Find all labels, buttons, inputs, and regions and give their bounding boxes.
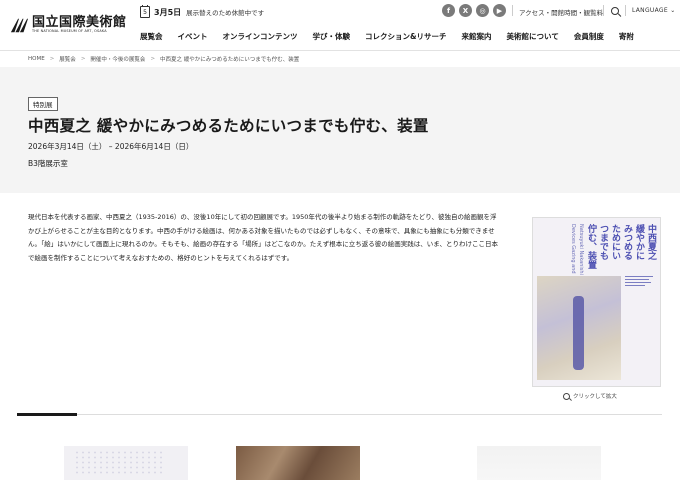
artwork-card-image[interactable]: [477, 446, 601, 480]
header-divider: [625, 5, 626, 16]
poster-info-lines: [625, 276, 655, 380]
exhibition-poster[interactable]: 中西夏之 緩やかに みつめる ためにい つまでも 佇む、装置 Natsuyuki…: [532, 217, 661, 387]
poster-zoom-link[interactable]: クリックして拡大: [563, 392, 617, 400]
calendar-icon: 5: [140, 5, 150, 18]
main-nav: 展覧会 イベント オンラインコンテンツ 学び・体験 コレクション&リサーチ 来館…: [140, 31, 634, 42]
exhibition-hero: 特別展 中西夏之 緩やかにみつめるためにいつまでも佇む、装置 2026年3月14…: [0, 67, 680, 193]
facebook-icon[interactable]: f: [442, 4, 455, 17]
breadcrumb: HOME > 展覧会 > 開催中・今後の展覧会 > 中西夏之 緩やかにみつめるた…: [28, 55, 299, 63]
artwork-card-image[interactable]: [64, 446, 188, 480]
zoom-label: クリックして拡大: [573, 394, 617, 400]
breadcrumb-current-upcoming[interactable]: 開催中・今後の展覧会: [90, 55, 145, 63]
logo-name-jp: 国立国際美術館: [32, 15, 127, 31]
chevron-down-icon: ⌄: [670, 7, 676, 14]
closure-notice[interactable]: 5 3月5日 展示替えのため休館中です: [140, 5, 264, 19]
poster-line: みつめる: [622, 224, 632, 260]
poster-title: 中西夏之 緩やかに みつめる ためにい つまでも 佇む、装置 Natsuyuki…: [570, 224, 656, 275]
exhibition-description: 現代日本を代表する画家、中西夏之（1935-2016）の、没後10年にして初の回…: [28, 213, 499, 262]
poster-line: ためにい: [610, 224, 620, 260]
breadcrumb-bar: HOME > 展覧会 > 開催中・今後の展覧会 > 中西夏之 緩やかにみつめるた…: [0, 50, 680, 68]
social-links: f X ◎ ▶: [442, 4, 506, 17]
artwork-card-image[interactable]: [236, 446, 360, 480]
poster-line: 佇む、装置: [586, 224, 596, 269]
breadcrumb-current-page: 中西夏之 緩やかにみつめるためにいつまでも佇む、装置: [160, 57, 300, 63]
poster-line: 中西夏之: [646, 224, 656, 260]
breadcrumb-exhibitions[interactable]: 展覧会: [59, 55, 76, 63]
notice-text: 展示替えのため休館中です: [186, 9, 265, 17]
nav-item-membership[interactable]: 会員制度: [574, 31, 604, 42]
nav-item-collection-research[interactable]: コレクション&リサーチ: [365, 31, 447, 42]
youtube-icon[interactable]: ▶: [493, 4, 506, 17]
section-divider: [17, 414, 662, 415]
breadcrumb-separator: >: [49, 56, 55, 62]
magnifier-icon: [563, 392, 570, 400]
section-divider-accent: [17, 413, 77, 416]
nav-item-donation[interactable]: 寄附: [619, 31, 634, 42]
poster-artwork-image: [537, 276, 621, 380]
exhibition-type-badge: 特別展: [28, 97, 58, 111]
nav-item-visit[interactable]: 来館案内: [462, 31, 492, 42]
x-twitter-icon[interactable]: X: [459, 4, 472, 17]
nav-item-events[interactable]: イベント: [178, 31, 208, 42]
logo-name-en: THE NATIONAL MUSEUM OF ART, OSAKA: [32, 29, 107, 34]
instagram-icon[interactable]: ◎: [476, 4, 489, 17]
nav-item-exhibitions[interactable]: 展覧会: [140, 31, 163, 42]
language-label: LANGUAGE: [632, 7, 668, 14]
breadcrumb-home[interactable]: HOME: [28, 56, 45, 62]
nav-item-learning[interactable]: 学び・体験: [313, 31, 351, 42]
museum-logo[interactable]: 国立国際美術館 THE NATIONAL MUSEUM OF ART, OSAK…: [10, 14, 134, 36]
language-selector[interactable]: LANGUAGE ⌄: [632, 7, 676, 14]
page-title: 中西夏之 緩やかにみつめるためにいつまでも佇む、装置: [28, 117, 429, 135]
nav-item-online-contents[interactable]: オンラインコンテンツ: [223, 31, 298, 42]
breadcrumb-separator: >: [80, 56, 86, 62]
poster-line: つまでも: [598, 224, 608, 260]
breadcrumb-separator: >: [150, 56, 156, 62]
header-divider: [603, 5, 604, 16]
exhibition-venue: B3階展示室: [28, 159, 68, 168]
poster-line: 緩やかに: [634, 224, 644, 260]
nav-item-about[interactable]: 美術館について: [507, 31, 559, 42]
exhibition-dates: 2026年3月14日（土） – 2026年6月14日（日）: [28, 142, 194, 151]
poster-subline: Devices Gazing and: [570, 224, 576, 274]
site-header: 国立国際美術館 THE NATIONAL MUSEUM OF ART, OSAK…: [0, 0, 680, 48]
logo-mark-icon: [10, 18, 28, 33]
header-divider: [512, 5, 513, 16]
notice-date: 3月5日: [154, 7, 182, 17]
access-link[interactable]: アクセス・開館時間・観覧料: [519, 7, 603, 17]
poster-subline: Natsuyuki Nakanishi: [578, 224, 584, 275]
search-icon[interactable]: [611, 7, 619, 15]
